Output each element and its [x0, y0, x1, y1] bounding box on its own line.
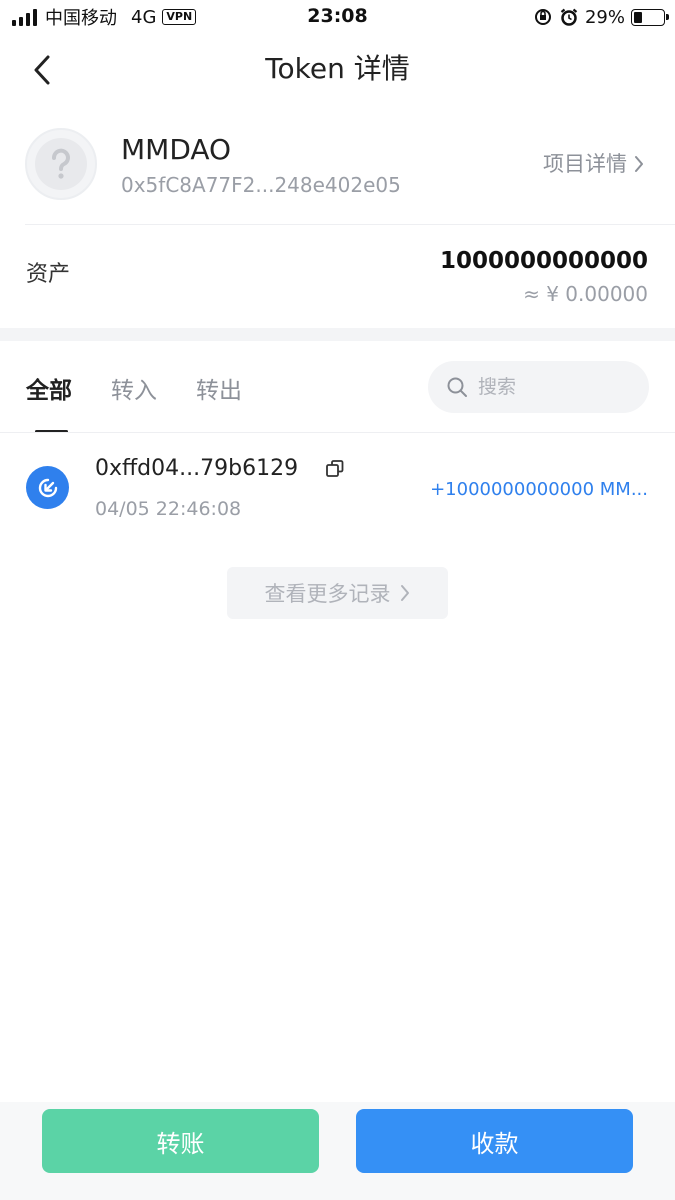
token-name: MMDAO — [121, 133, 232, 166]
section-divider — [0, 328, 675, 341]
nav-bar: Token 详情 — [0, 34, 675, 104]
copy-icon[interactable] — [324, 458, 346, 480]
assets-amount: 1000000000000 — [439, 248, 648, 274]
status-bar-right: 29% — [533, 5, 669, 29]
divider — [25, 224, 675, 225]
incoming-transfer-icon — [26, 466, 69, 509]
battery-percentage: 29% — [584, 6, 625, 28]
tab-all[interactable]: 全部 — [26, 376, 72, 406]
transaction-hash: 0xffd04...79b6129 — [95, 456, 299, 481]
alarm-icon — [560, 8, 578, 26]
search-box[interactable] — [428, 361, 649, 413]
tabs-row: 全部 转入 转出 — [0, 341, 675, 433]
battery-icon — [631, 8, 669, 26]
battery-fill — [634, 11, 643, 23]
token-avatar — [25, 128, 97, 200]
transaction-time: 04/05 22:46:08 — [95, 498, 242, 520]
receive-button[interactable]: 收款 — [356, 1109, 633, 1173]
page-title: Token 详情 — [265, 52, 410, 85]
footer-actions: 转账 收款 — [0, 1102, 675, 1200]
chevron-right-icon — [400, 585, 409, 601]
assets-label: 资产 — [26, 262, 71, 287]
search-icon — [447, 377, 467, 397]
status-bar: 中国移动 4G VPN 23:08 29% — [0, 0, 675, 34]
project-details-link[interactable]: 项目详情 — [543, 150, 645, 178]
orientation-lock-icon — [534, 9, 551, 25]
transfer-button[interactable]: 转账 — [42, 1109, 319, 1173]
tab-incoming[interactable]: 转入 — [111, 376, 157, 406]
project-details-label: 项目详情 — [543, 152, 627, 176]
transaction-amount: +1000000000000 MM... — [430, 479, 648, 500]
token-card: MMDAO 0x5fC8A77F2...248e402e05 项目详情 — [0, 120, 675, 225]
assets-row: 资产 1000000000000 ≈ ¥ 0.00000 — [0, 226, 675, 328]
view-more-records-button[interactable]: 查看更多记录 — [227, 567, 448, 619]
view-more-records-label: 查看更多记录 — [264, 582, 391, 606]
divider — [0, 432, 675, 433]
tab-outgoing[interactable]: 转出 — [196, 376, 242, 406]
chevron-right-icon — [635, 156, 643, 172]
transaction-row[interactable]: 0xffd04...79b6129 04/05 22:46:08 +100000… — [0, 440, 675, 535]
token-contract-address: 0x5fC8A77F2...248e402e05 — [121, 173, 401, 197]
unknown-token-icon — [35, 138, 87, 190]
assets-fiat-value: ≈ ¥ 0.00000 — [523, 282, 648, 306]
search-input[interactable] — [478, 376, 628, 398]
